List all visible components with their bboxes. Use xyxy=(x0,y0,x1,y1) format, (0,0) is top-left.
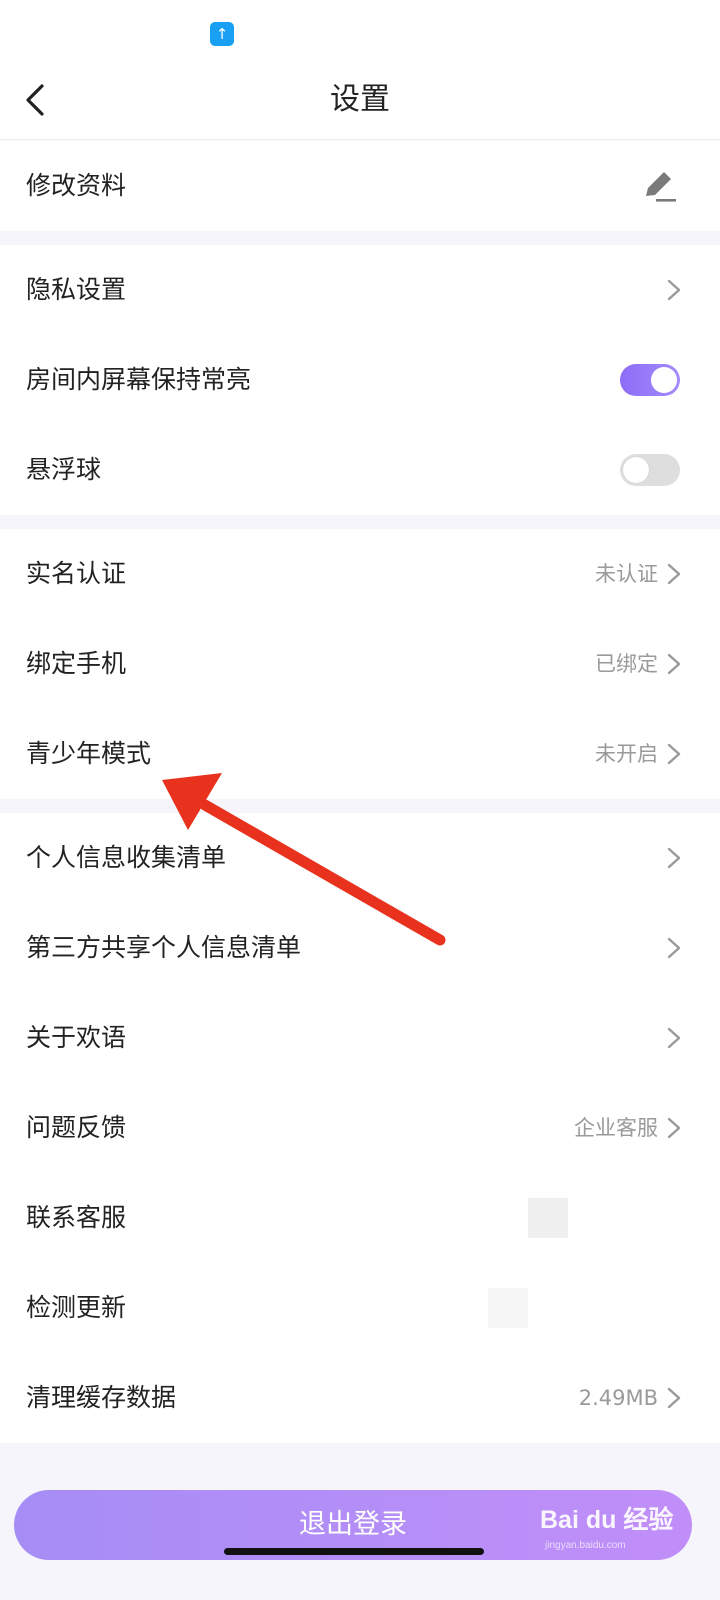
clear-cache-row[interactable]: 清理缓存数据 2.49MB xyxy=(0,1353,720,1443)
baidu-watermark: Bai du 经验 xyxy=(540,1506,674,1534)
chevron-right-icon xyxy=(667,1117,681,1139)
personal-info-label: 个人信息收集清单 xyxy=(26,843,227,872)
settings-group-3: 个人信息收集清单 第三方共享个人信息清单 关于欢语 问题反馈 企业客服 联系客服… xyxy=(0,813,720,1443)
toggle-knob xyxy=(651,367,677,393)
check-update-row[interactable]: 检测更新 xyxy=(0,1263,720,1353)
chevron-right-icon xyxy=(667,279,681,301)
screen-keep-on-label: 房间内屏幕保持常亮 xyxy=(26,365,252,394)
baidu-watermark-url: jingyan.baidu.com xyxy=(545,1540,626,1551)
profile-group: 修改资料 xyxy=(0,141,720,231)
feedback-value: 企业客服 xyxy=(574,1116,658,1140)
personal-info-row[interactable]: 个人信息收集清单 xyxy=(0,813,720,903)
bind-phone-status: 已绑定 xyxy=(595,652,658,676)
header: 设置 xyxy=(0,60,720,140)
cache-size: 2.49MB xyxy=(578,1386,658,1410)
chevron-right-icon xyxy=(667,1027,681,1049)
redacted-placeholder xyxy=(488,1288,528,1328)
third-party-row[interactable]: 第三方共享个人信息清单 xyxy=(0,903,720,993)
privacy-settings-label: 隐私设置 xyxy=(26,275,127,304)
chevron-right-icon xyxy=(667,937,681,959)
realname-row[interactable]: 实名认证 未认证 xyxy=(0,529,720,619)
pencil-edit-icon[interactable] xyxy=(640,166,680,206)
privacy-settings-row[interactable]: 隐私设置 xyxy=(0,245,720,335)
third-party-label: 第三方共享个人信息清单 xyxy=(26,933,302,962)
home-indicator xyxy=(224,1548,484,1555)
contact-service-label: 联系客服 xyxy=(26,1203,127,1232)
clear-cache-label: 清理缓存数据 xyxy=(26,1383,177,1412)
about-row[interactable]: 关于欢语 xyxy=(0,993,720,1083)
realname-status: 未认证 xyxy=(595,562,658,586)
chevron-right-icon xyxy=(667,743,681,765)
feedback-label: 问题反馈 xyxy=(26,1113,127,1142)
bind-phone-row[interactable]: 绑定手机 已绑定 xyxy=(0,619,720,709)
page-title: 设置 xyxy=(330,82,390,117)
bind-phone-label: 绑定手机 xyxy=(26,649,127,678)
floating-ball-label: 悬浮球 xyxy=(26,455,102,484)
settings-group-1: 隐私设置 房间内屏幕保持常亮 悬浮球 xyxy=(0,245,720,515)
settings-group-2: 实名认证 未认证 绑定手机 已绑定 青少年模式 未开启 xyxy=(0,529,720,799)
feedback-row[interactable]: 问题反馈 企业客服 xyxy=(0,1083,720,1173)
edit-profile-label: 修改资料 xyxy=(26,171,127,200)
screen-keep-on-row: 房间内屏幕保持常亮 xyxy=(0,335,720,425)
chevron-right-icon xyxy=(667,563,681,585)
chevron-right-icon xyxy=(667,1387,681,1409)
floating-ball-row: 悬浮球 xyxy=(0,425,720,515)
contact-service-row[interactable]: 联系客服 xyxy=(0,1173,720,1263)
redacted-placeholder xyxy=(528,1198,568,1238)
realname-label: 实名认证 xyxy=(26,559,127,588)
edit-profile-row[interactable]: 修改资料 xyxy=(0,141,720,231)
screen-keep-on-toggle[interactable] xyxy=(620,364,680,396)
status-bar: ↑ xyxy=(0,0,720,60)
about-label: 关于欢语 xyxy=(26,1023,127,1052)
check-update-label: 检测更新 xyxy=(26,1293,127,1322)
toggle-knob xyxy=(623,457,649,483)
chevron-right-icon xyxy=(667,653,681,675)
chevron-right-icon xyxy=(667,847,681,869)
teen-mode-row[interactable]: 青少年模式 未开启 xyxy=(0,709,720,799)
floating-ball-toggle[interactable] xyxy=(620,454,680,486)
upload-arrow-icon: ↑ xyxy=(210,22,234,46)
teen-mode-status: 未开启 xyxy=(595,742,658,766)
teen-mode-label: 青少年模式 xyxy=(26,739,152,768)
